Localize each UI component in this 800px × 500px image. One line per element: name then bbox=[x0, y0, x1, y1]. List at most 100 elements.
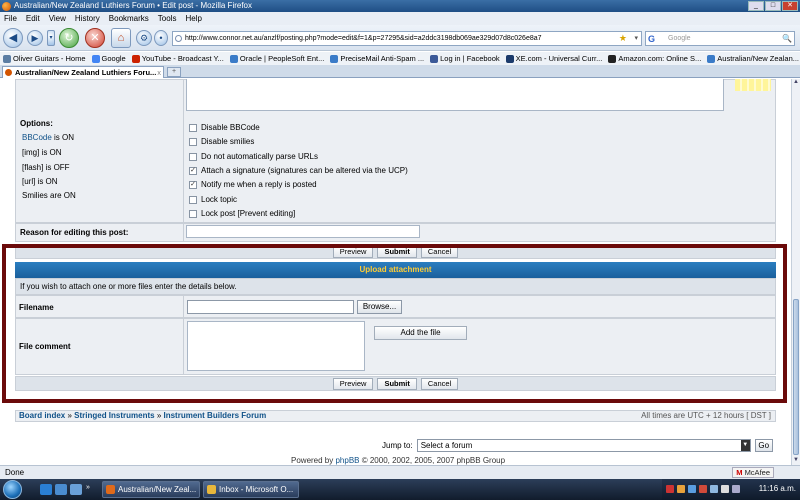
go-button[interactable]: Go bbox=[754, 439, 773, 452]
breadcrumb-board-index[interactable]: Board index bbox=[19, 411, 65, 420]
bbcode-status: BBCode is ON bbox=[22, 133, 75, 142]
page-icon[interactable]: • bbox=[154, 30, 168, 46]
site-icon bbox=[175, 35, 182, 42]
tray-app-icon[interactable] bbox=[677, 485, 685, 493]
menu-edit[interactable]: Edit bbox=[26, 14, 40, 23]
tray-app-icon[interactable] bbox=[688, 485, 696, 493]
vertical-scrollbar[interactable]: ▲ ▼ bbox=[791, 79, 800, 465]
search-placeholder: Google bbox=[668, 35, 691, 42]
bookmark-item[interactable]: Australian/New Zealan... bbox=[707, 54, 799, 63]
window-title-bar: Australian/New Zealand Luthiers Forum • … bbox=[0, 0, 800, 12]
tray-volume-icon[interactable] bbox=[721, 485, 729, 493]
clock[interactable]: 11:16 a.m. bbox=[759, 484, 796, 493]
checkbox[interactable] bbox=[189, 123, 197, 132]
show-desktop-icon[interactable] bbox=[55, 484, 67, 495]
search-input[interactable]: G Google 🔍 bbox=[645, 31, 795, 46]
quick-launch-more-icon[interactable]: » bbox=[86, 484, 94, 495]
tray-shield-icon[interactable] bbox=[699, 485, 707, 493]
chevron-down-icon[interactable]: ▼ bbox=[740, 440, 750, 451]
checkbox[interactable]: ✓ bbox=[189, 166, 197, 175]
minimize-button[interactable]: _ bbox=[748, 1, 764, 11]
google-search-engine-icon[interactable]: G bbox=[648, 33, 655, 46]
scroll-down-icon[interactable]: ▼ bbox=[792, 457, 800, 465]
checkbox[interactable] bbox=[189, 152, 197, 161]
scroll-up-icon[interactable]: ▲ bbox=[792, 79, 800, 87]
breadcrumb-stringed-instruments[interactable]: Stringed Instruments bbox=[74, 411, 154, 420]
option-notify-reply[interactable]: ✓ Notify me when a reply is posted bbox=[189, 180, 317, 189]
outlook-icon bbox=[207, 485, 216, 494]
home-icon[interactable]: ⌂ bbox=[111, 28, 131, 48]
bookmark-favicon-icon bbox=[229, 54, 238, 63]
mcafee-icon: M bbox=[736, 468, 743, 477]
breadcrumb-instrument-builders[interactable]: Instrument Builders Forum bbox=[164, 411, 267, 420]
bookmark-favicon-icon bbox=[707, 54, 716, 63]
bookmark-item[interactable]: XE.com - Universal Curr... bbox=[505, 54, 602, 63]
tray-antivirus-icon[interactable] bbox=[666, 485, 674, 493]
bookmark-item[interactable]: Oracle | PeopleSoft Ent... bbox=[229, 54, 324, 63]
checkbox[interactable]: ✓ bbox=[189, 180, 197, 189]
url-text: http://www.connor.net.au/anzlf/posting.p… bbox=[185, 35, 542, 42]
tray-network-icon[interactable] bbox=[710, 485, 718, 493]
checkbox[interactable] bbox=[189, 195, 197, 204]
bookmarks-toolbar: Oliver Guitars - Home Google YouTube - B… bbox=[0, 52, 800, 65]
option-lock-post[interactable]: Lock post [Prevent editing] bbox=[189, 209, 295, 218]
tray-app-icon[interactable] bbox=[732, 485, 740, 493]
scrollbar-thumb[interactable] bbox=[793, 299, 799, 455]
menu-tools[interactable]: Tools bbox=[158, 14, 177, 23]
url-dropdown-icon[interactable]: ▾ bbox=[634, 32, 638, 45]
bookmark-item[interactable]: YouTube - Broadcast Y... bbox=[131, 54, 224, 63]
forward-icon[interactable]: ▶ bbox=[27, 30, 43, 46]
checkbox[interactable] bbox=[189, 209, 197, 218]
search-icon[interactable]: 🔍 bbox=[782, 32, 792, 45]
img-status: [img] is ON bbox=[22, 148, 62, 157]
option-no-parse-urls[interactable]: Do not automatically parse URLs bbox=[189, 152, 318, 161]
highlight-annotation-box bbox=[2, 244, 787, 403]
bbcode-link[interactable]: BBCode bbox=[22, 133, 52, 142]
stop-icon[interactable]: ✕ bbox=[85, 28, 105, 48]
mcafee-badge[interactable]: M McAfee bbox=[732, 467, 774, 478]
option-disable-smilies[interactable]: Disable smilies bbox=[189, 137, 254, 146]
menu-help[interactable]: Help bbox=[185, 14, 201, 23]
taskbar-firefox-window[interactable]: Australian/New Zeal... bbox=[102, 481, 200, 498]
history-dropdown-icon[interactable]: ▾ bbox=[47, 30, 55, 46]
bookmark-item[interactable]: Google bbox=[91, 54, 126, 63]
reason-input[interactable] bbox=[186, 225, 420, 238]
back-icon[interactable]: ◀ bbox=[3, 28, 23, 48]
forum-select[interactable]: Select a forum ▼ bbox=[416, 439, 751, 452]
checkbox[interactable] bbox=[189, 137, 197, 146]
taskbar-outlook-window[interactable]: Inbox - Microsoft O... bbox=[203, 481, 299, 498]
window-title: Australian/New Zealand Luthiers Forum • … bbox=[14, 1, 253, 10]
bookmark-item[interactable]: Oliver Guitars - Home bbox=[3, 54, 86, 63]
option-disable-bbcode[interactable]: Disable BBCode bbox=[189, 123, 260, 132]
phpbb-link[interactable]: phpBB bbox=[335, 456, 359, 465]
option-lock-topic[interactable]: Lock topic bbox=[189, 195, 237, 204]
maximize-button[interactable]: □ bbox=[765, 1, 781, 11]
firefox-icon bbox=[106, 485, 115, 494]
message-textarea[interactable] bbox=[186, 79, 724, 111]
bookmark-item[interactable]: Log in | Facebook bbox=[430, 54, 500, 63]
tab-forum[interactable]: Australian/New Zealand Luthiers Foru... … bbox=[2, 66, 164, 78]
windows-taskbar: » Australian/New Zeal... Inbox - Microso… bbox=[0, 479, 800, 500]
menu-view[interactable]: View bbox=[49, 14, 66, 23]
internet-explorer-icon[interactable] bbox=[40, 484, 52, 495]
bookmark-item[interactable]: PreciseMail Anti-Spam ... bbox=[330, 54, 424, 63]
bookmark-manager-icon[interactable]: ⚙ bbox=[136, 30, 152, 46]
bookmark-item[interactable]: Amazon.com: Online S... bbox=[608, 54, 701, 63]
reload-icon[interactable]: ↻ bbox=[59, 28, 79, 48]
menu-bookmarks[interactable]: Bookmarks bbox=[109, 14, 149, 23]
amazon-favicon-icon bbox=[608, 54, 617, 63]
new-tab-button[interactable]: + bbox=[167, 67, 181, 77]
menu-file[interactable]: File bbox=[4, 14, 17, 23]
youtube-favicon-icon bbox=[131, 54, 140, 63]
system-tray: 11:16 a.m. bbox=[662, 479, 800, 500]
address-bar[interactable]: http://www.connor.net.au/anzlf/posting.p… bbox=[172, 31, 642, 46]
close-window-button[interactable]: ✕ bbox=[782, 1, 798, 11]
switch-windows-icon[interactable] bbox=[70, 484, 82, 495]
option-attach-signature[interactable]: ✓ Attach a signature (signatures can be a… bbox=[189, 166, 408, 175]
facebook-favicon-icon bbox=[430, 54, 439, 63]
star-icon[interactable]: ★ bbox=[619, 32, 627, 45]
tab-close-icon[interactable]: x bbox=[157, 67, 161, 78]
menu-history[interactable]: History bbox=[75, 14, 100, 23]
start-button-icon[interactable] bbox=[3, 480, 22, 499]
xe-favicon-icon bbox=[505, 54, 514, 63]
